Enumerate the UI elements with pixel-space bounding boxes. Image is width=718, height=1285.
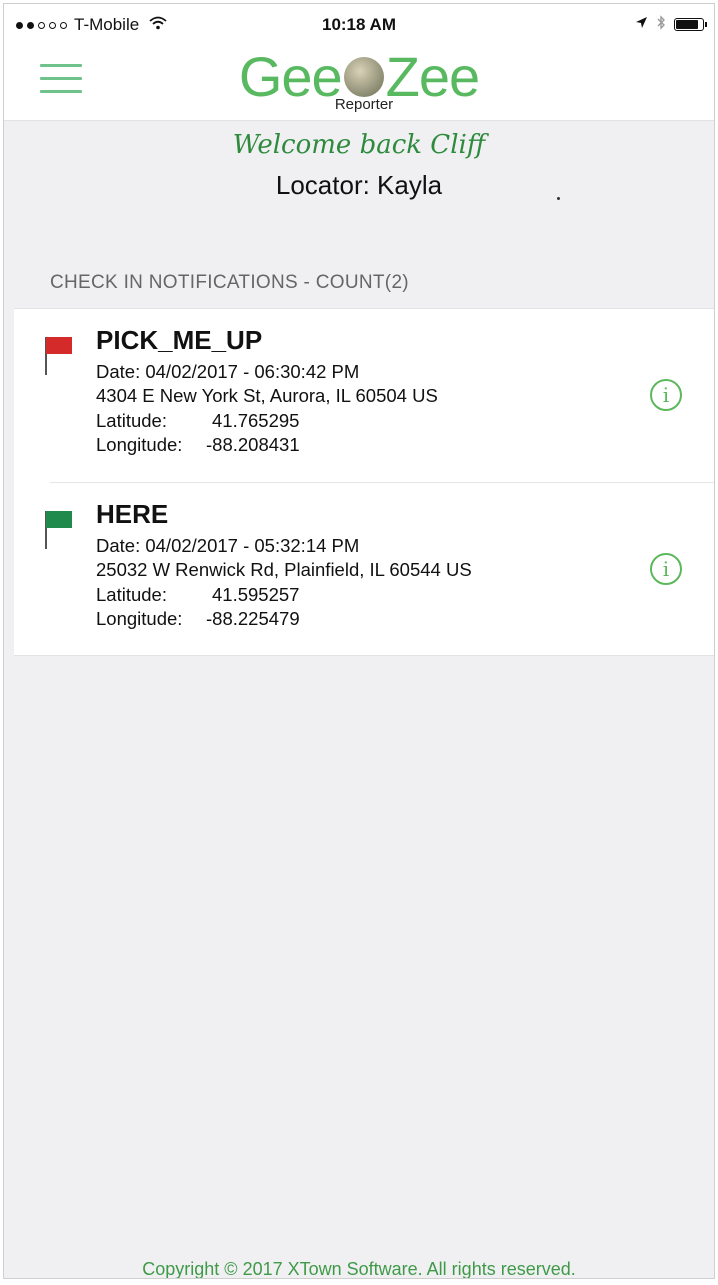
latitude-value: 41.595257 (212, 584, 300, 605)
red-flag-icon (44, 335, 72, 375)
notification-latitude: Latitude: 41.595257 (96, 584, 299, 606)
battery-icon (674, 18, 707, 31)
notification-title: PICK_ME_UP (96, 325, 263, 355)
longitude-value: -88.208431 (206, 434, 300, 455)
notification-list: PICK_ME_UP Date: 04/02/2017 - 06:30:42 P… (14, 308, 714, 656)
longitude-value: -88.225479 (206, 608, 300, 629)
info-icon[interactable]: i (650, 379, 682, 411)
status-bar: T-Mobile 10:18 AM (4, 4, 714, 44)
locator-name: Locator: Kayla (275, 170, 443, 200)
globe-icon (343, 57, 384, 98)
copyright-footer: Copyright © 2017 XTown Software. All rig… (142, 1259, 576, 1279)
section-label: CHECK IN NOTIFICATIONS - COUNT(2) (50, 272, 409, 293)
stray-dot (557, 197, 560, 200)
latitude-label: Latitude: (96, 410, 167, 431)
green-flag-icon (44, 509, 72, 549)
status-time: 10:18 AM (321, 15, 396, 34)
notification-title: HERE (96, 499, 169, 529)
app-header: Gee Zee Reporter (4, 44, 714, 121)
location-arrow-icon (635, 16, 648, 33)
longitude-label: Longitude: (96, 608, 183, 629)
latitude-label: Latitude: (96, 584, 167, 605)
notification-date: Date: 04/02/2017 - 05:32:14 PM (96, 535, 360, 556)
notification-address: 25032 W Renwick Rd, Plainfield, IL 60544… (96, 559, 472, 580)
logo-subtitle: Reporter (334, 96, 394, 113)
app-screen: T-Mobile 10:18 AM Gee Zee Reporter Welcom… (3, 3, 715, 1279)
info-icon[interactable]: i (650, 553, 682, 585)
notification-item[interactable]: HERE Date: 04/02/2017 - 05:32:14 PM 2503… (14, 483, 714, 655)
bluetooth-icon (656, 15, 666, 34)
notification-longitude: Longitude: -88.225479 (96, 608, 300, 630)
welcome-message: Welcome back Cliff (232, 130, 486, 160)
status-right (635, 15, 707, 34)
notification-longitude: Longitude: -88.208431 (96, 434, 300, 456)
notification-address: 4304 E New York St, Aurora, IL 60504 US (96, 385, 438, 406)
latitude-value: 41.765295 (212, 410, 300, 431)
longitude-label: Longitude: (96, 434, 183, 455)
notification-date: Date: 04/02/2017 - 06:30:42 PM (96, 361, 360, 382)
notification-latitude: Latitude: 41.765295 (96, 410, 299, 432)
notification-item[interactable]: PICK_ME_UP Date: 04/02/2017 - 06:30:42 P… (14, 309, 714, 481)
